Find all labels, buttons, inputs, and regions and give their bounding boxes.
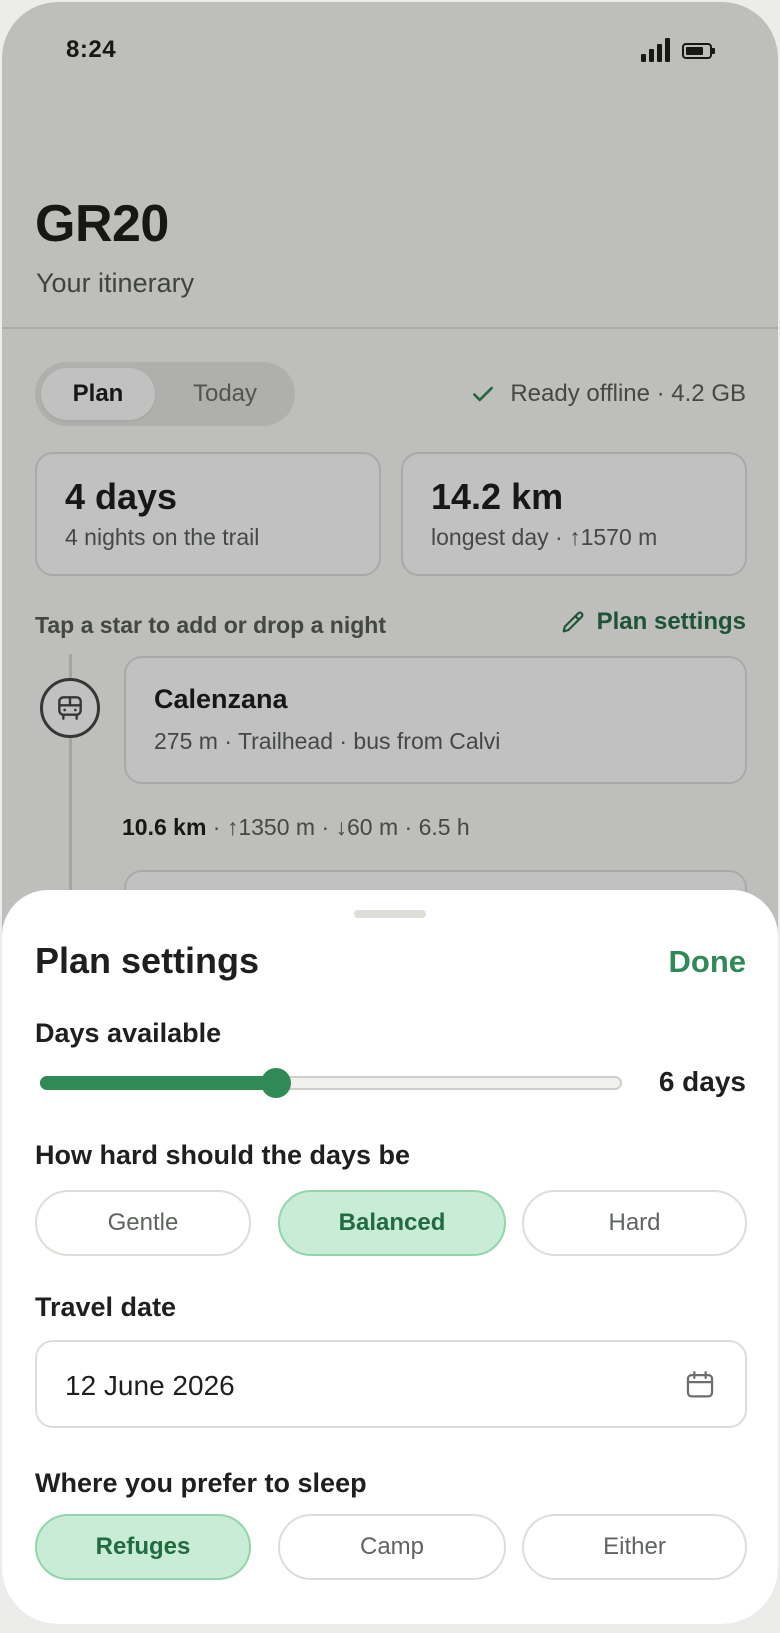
days-slider-fill [40,1076,276,1090]
sleep-camp-option[interactable]: Camp [278,1514,506,1580]
done-button[interactable]: Done [669,944,747,980]
sleep-either-option[interactable]: Either [522,1514,747,1580]
sleep-label: Where you prefer to sleep [35,1468,367,1498]
difficulty-gentle-option[interactable]: Gentle [35,1190,251,1256]
sleep-refuges-option[interactable]: Refuges [35,1514,251,1580]
date-label: Travel date [35,1292,177,1322]
calendar-icon[interactable] [683,1368,717,1402]
plan-settings-sheet: Plan settings Done Days available 6 days… [2,890,778,1624]
sheet-drag-handle[interactable] [354,910,426,918]
phone-screen: 8:24 GR20 Your itinerary Plan Today Read… [2,2,778,1624]
days-slider-thumb[interactable] [260,1068,291,1098]
travel-date-field[interactable]: 12 June 2026 [35,1340,747,1428]
days-label: Days available [35,1018,222,1048]
difficulty-balanced-option[interactable]: Balanced [278,1190,506,1256]
travel-date-value: 12 June 2026 [65,1370,235,1401]
difficulty-label: How hard should the days be [35,1140,411,1170]
difficulty-hard-option[interactable]: Hard [522,1190,747,1256]
sheet-title: Plan settings [35,940,260,981]
days-value: 6 days [658,1066,746,1097]
